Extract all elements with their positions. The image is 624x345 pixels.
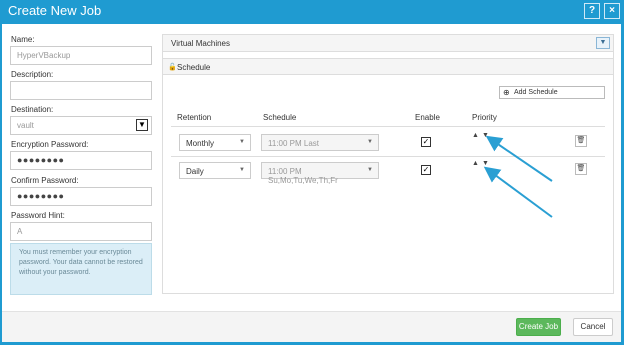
- schedule-select[interactable]: 11:00 PM Su,Mo,Tu,We,Th,Fr ▼: [261, 162, 379, 185]
- encryption-password-label: Encryption Password:: [11, 140, 89, 149]
- header-divider: [171, 126, 605, 127]
- retention-value: Monthly: [186, 139, 215, 148]
- enable-checkbox[interactable]: ✓: [421, 165, 431, 175]
- name-field[interactable]: HyperVBackup: [10, 46, 152, 65]
- create-job-button[interactable]: Create Job: [516, 318, 561, 336]
- job-config-panel: Virtual Machines ▼ 🔓 Schedule ⊕ Add Sche…: [162, 34, 614, 294]
- triangle-down-icon[interactable]: ▼: [482, 132, 489, 139]
- enable-header: Enable: [415, 113, 440, 122]
- triangle-down-icon[interactable]: ▼: [482, 160, 489, 167]
- unlock-icon: 🔓: [168, 64, 177, 71]
- dialog-body: Name: HyperVBackup Description: Destinat…: [2, 24, 621, 342]
- name-label: Name:: [11, 35, 35, 44]
- confirm-password-field[interactable]: ●●●●●●●●: [10, 187, 152, 206]
- chevron-down-icon[interactable]: ▼: [596, 37, 610, 49]
- add-schedule-label: Add Schedule: [514, 89, 558, 96]
- row-divider: [171, 156, 605, 157]
- plus-circle-icon: ⊕: [503, 88, 510, 97]
- virtual-machines-title: Virtual Machines: [171, 39, 230, 48]
- schedule-title: Schedule: [177, 63, 211, 72]
- password-warning-note: You must remember your encryption passwo…: [10, 243, 152, 295]
- schedule-value: 11:00 PM Su,Mo,Tu,We,Th,Fr: [268, 167, 338, 185]
- enable-checkbox[interactable]: ✓: [421, 137, 431, 147]
- schedule-value: 11:00 PM Last: [268, 139, 319, 148]
- trash-icon[interactable]: 🗑: [575, 135, 587, 147]
- schedule-header-label: Schedule: [263, 113, 297, 122]
- virtual-machines-header[interactable]: Virtual Machines ▼: [163, 35, 613, 52]
- triangle-up-icon[interactable]: ▲: [472, 160, 479, 167]
- priority-header: Priority: [472, 113, 497, 122]
- caret-down-icon: ▼: [239, 167, 245, 173]
- trash-icon[interactable]: 🗑: [575, 163, 587, 175]
- window-title: Create New Job: [8, 3, 102, 18]
- add-schedule-button[interactable]: ⊕ Add Schedule: [499, 86, 605, 99]
- chevron-down-icon[interactable]: ▼: [136, 119, 148, 131]
- destination-label: Destination:: [11, 105, 54, 114]
- confirm-password-label: Confirm Password:: [11, 176, 79, 185]
- encryption-password-field[interactable]: ●●●●●●●●: [10, 151, 152, 170]
- destination-value: vault: [17, 121, 34, 130]
- retention-header: Retention: [177, 113, 212, 122]
- caret-down-icon: ▼: [367, 167, 373, 173]
- retention-value: Daily: [186, 167, 204, 176]
- retention-select[interactable]: Daily ▼: [179, 162, 251, 179]
- schedule-header[interactable]: 🔓 Schedule: [163, 58, 613, 75]
- description-label: Description:: [11, 70, 54, 79]
- triangle-up-icon[interactable]: ▲: [472, 132, 479, 139]
- retention-select[interactable]: Monthly ▼: [179, 134, 251, 151]
- description-field[interactable]: [10, 81, 152, 100]
- schedule-select[interactable]: 11:00 PM Last ▼: [261, 134, 379, 151]
- destination-select[interactable]: vault ▼: [10, 116, 152, 135]
- password-hint-label: Password Hint:: [11, 211, 65, 220]
- caret-down-icon: ▼: [367, 139, 373, 145]
- cancel-button[interactable]: Cancel: [573, 318, 613, 336]
- caret-down-icon: ▼: [239, 139, 245, 145]
- close-button[interactable]: ×: [604, 3, 620, 19]
- help-button[interactable]: ?: [584, 3, 600, 19]
- password-hint-field[interactable]: A: [10, 222, 152, 241]
- title-bar: Create New Job ? ×: [0, 0, 624, 24]
